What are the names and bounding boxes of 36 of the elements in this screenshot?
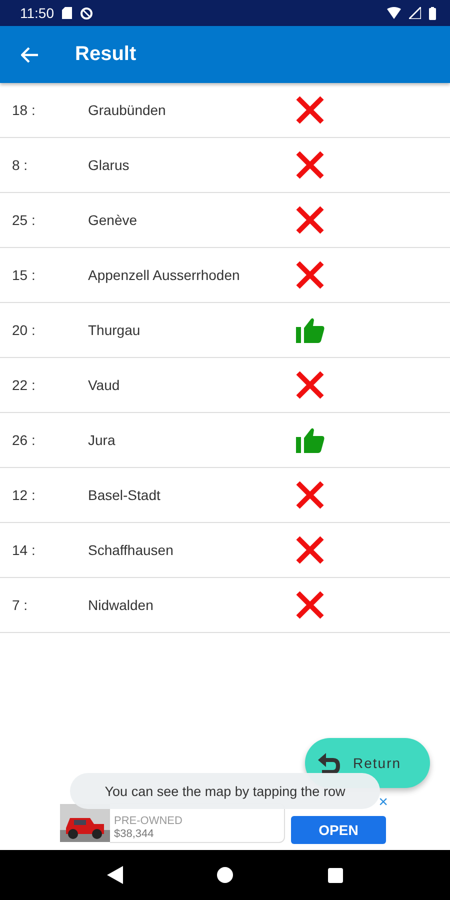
canton-name: Glarus [88,157,130,173]
return-arrow-icon [317,751,341,775]
canton-name: Jura [88,432,116,448]
canton-name: Basel-Stadt [88,487,162,503]
back-arrow-icon [21,46,39,62]
row-number: 22 : [11,377,36,393]
row-number: 7 : [11,597,29,613]
canton-name: Thurgau [88,322,142,338]
canton-name: Graubünden [88,102,167,118]
ad-price: $38,344 [114,828,155,840]
canton-name: Nidwalden [88,597,154,613]
back-icon[interactable] [107,866,124,884]
row-number: 15 : [11,267,36,283]
ad-title: PRE-OWNED [114,814,184,826]
row-number: 26 : [11,432,36,448]
sd-card-icon [62,7,72,19]
row-number: 20 : [11,322,36,338]
screen-title: Result [75,43,136,66]
canton-name: Appenzell Ausserrhoden [88,267,241,283]
canton-name: Schaffhausen [88,542,174,558]
status-time: 11:50 [20,5,54,21]
signal-icon [409,7,421,19]
battery-icon [429,6,436,20]
recents-icon[interactable] [328,868,343,882]
row-number: 18 : [11,102,36,118]
close-ad-button[interactable]: × [378,794,388,812]
home-icon[interactable] [217,867,234,883]
wifi-icon [387,7,401,19]
row-number: 14 : [11,542,36,558]
row-number: 12 : [11,487,36,503]
canton-name: Genève [88,212,138,228]
open-button[interactable]: OPEN [291,816,386,844]
row-number: 8 : [11,157,29,173]
row-number: 25 : [11,212,36,228]
toast-message: You can see the map by tapping the row [70,773,380,809]
canton-name: Vaud [88,377,121,393]
